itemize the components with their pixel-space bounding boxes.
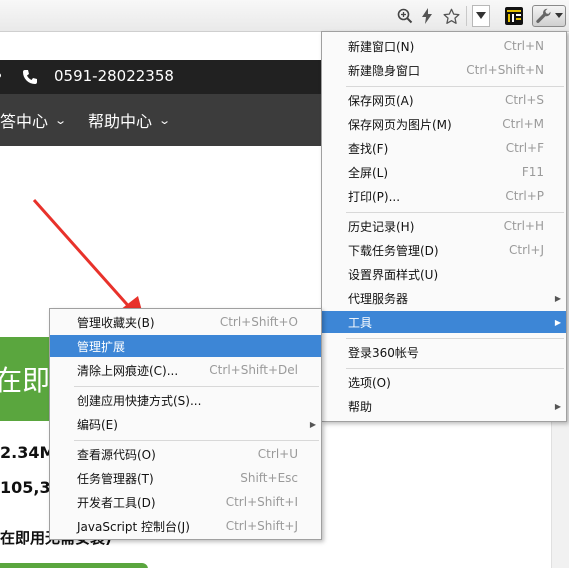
tools-submenu: 管理收藏夹(B) Ctrl+Shift+O 管理扩展清除上网痕迹(C)... Ctrl… xyxy=(49,308,322,540)
menu-item[interactable]: 下载任务管理(D) Ctrl+J xyxy=(322,239,566,261)
menu-item[interactable]: JavaScript 控制台(J) Ctrl+Shift+J xyxy=(50,515,321,537)
menu-separator xyxy=(346,86,564,87)
menu-separator xyxy=(74,386,319,387)
menu-item[interactable]: 选项(O) xyxy=(322,371,566,393)
menu-item[interactable]: 新建窗口(N) Ctrl+N xyxy=(322,35,566,57)
menu-item-label: 新建隐身窗口 xyxy=(348,63,421,78)
menu-item[interactable]: 代理服务器 ▶ xyxy=(322,287,566,309)
menu-item-label: JavaScript 控制台(J) xyxy=(77,519,190,534)
menu-separator xyxy=(74,440,319,441)
menu-item-shortcut: Shift+Esc xyxy=(240,471,298,485)
browser-toolbar xyxy=(0,0,569,32)
submenu-arrow-icon: ▶ xyxy=(554,401,561,411)
menu-item-label: 任务管理器(T) xyxy=(77,471,154,486)
phone-number: 0591-28022358 xyxy=(54,67,174,85)
menu-item-label: 管理收藏夹(B) xyxy=(77,315,155,330)
menu-item-label: 管理扩展 xyxy=(77,339,126,354)
menu-item-label: 查看源代码(O) xyxy=(77,447,156,462)
menu-item-label: 清除上网痕迹(C)... xyxy=(77,363,179,378)
menu-item-shortcut: Ctrl+P xyxy=(505,189,544,203)
menu-item[interactable]: 新建隐身窗口 Ctrl+Shift+N xyxy=(322,59,566,81)
menu-item-shortcut: Ctrl+Shift+Del xyxy=(209,363,298,377)
extension-icon[interactable] xyxy=(503,5,525,27)
menu-item-label: 保存网页为图片(M) xyxy=(348,117,452,132)
menu-item-shortcut: Ctrl+F xyxy=(505,141,544,155)
menu-item-label: 下载任务管理(D) xyxy=(348,243,439,258)
menu-item-shortcut: Ctrl+Shift+I xyxy=(225,495,298,509)
menu-item[interactable]: 管理收藏夹(B) Ctrl+Shift+O xyxy=(50,311,321,333)
menu-item-shortcut: Ctrl+N xyxy=(503,39,544,53)
menu-item[interactable]: 工具 ▶ xyxy=(322,311,566,333)
menu-item-label: 保存网页(A) xyxy=(348,93,414,108)
menu-item[interactable]: 设置界面样式(U) xyxy=(322,263,566,285)
dropdown-icon[interactable] xyxy=(472,5,490,27)
main-menu: 新建窗口(N) Ctrl+N 新建隐身窗口 Ctrl+Shift+N 保存网页(A) Ct… xyxy=(321,31,567,422)
chevron-down-icon: ⌄ xyxy=(54,113,68,127)
menu-separator xyxy=(346,212,564,213)
menu-item-label: 查找(F) xyxy=(348,141,389,156)
menu-item[interactable]: 全屏(L) F11 xyxy=(322,161,566,183)
menu-separator xyxy=(346,368,564,369)
menu-item-label: 帮助 xyxy=(348,399,373,414)
menu-item[interactable]: 编码(E) ▶ xyxy=(50,413,321,435)
menu-item[interactable]: 打印(P)... Ctrl+P xyxy=(322,185,566,207)
lightning-icon[interactable] xyxy=(418,5,436,27)
menu-item[interactable]: 查找(F) Ctrl+F xyxy=(322,137,566,159)
green-button-edge[interactable] xyxy=(0,563,148,568)
menu-item[interactable]: 保存网页为图片(M) Ctrl+M xyxy=(322,113,566,135)
menu-item-label: 开发者工具(D) xyxy=(77,495,156,510)
wrench-menu-button[interactable] xyxy=(532,5,566,27)
menu-item[interactable]: 历史记录(H) Ctrl+H xyxy=(322,215,566,237)
menu-item-shortcut: Ctrl+H xyxy=(503,219,544,233)
menu-item-shortcut: Ctrl+Shift+N xyxy=(466,63,544,77)
chevron-down-icon xyxy=(554,13,563,18)
menu-item-shortcut: Ctrl+U xyxy=(257,447,298,461)
submenu-arrow-icon: ▶ xyxy=(554,317,561,327)
menu-item-label: 代理服务器 xyxy=(348,291,409,306)
file-size: 2.34M xyxy=(0,443,56,462)
menu-item-label: 选项(O) xyxy=(348,375,391,390)
menu-item-shortcut: Ctrl+M xyxy=(502,117,544,131)
menu-item-shortcut: F11 xyxy=(521,165,544,179)
menu-item-shortcut: Ctrl+Shift+O xyxy=(219,315,298,329)
wrench-icon xyxy=(535,8,551,23)
submenu-arrow-icon: ▶ xyxy=(554,293,561,303)
chevron-down-icon: ⌄ xyxy=(158,113,172,127)
menu-item[interactable]: 查看源代码(O) Ctrl+U xyxy=(50,443,321,465)
menu-item[interactable]: 清除上网痕迹(C)... Ctrl+Shift+Del xyxy=(50,359,321,381)
menu-item-shortcut: Ctrl+S xyxy=(504,93,544,107)
bullet-icon xyxy=(0,73,1,78)
menu-item-shortcut: Ctrl+J xyxy=(509,243,544,257)
zoom-icon[interactable] xyxy=(395,5,415,27)
menu-item[interactable]: 管理扩展 xyxy=(50,335,321,357)
nav-item-answers[interactable]: 答中心 ⌄ xyxy=(0,108,68,132)
menu-item-shortcut: Ctrl+Shift+J xyxy=(225,519,298,533)
menu-item-label: 打印(P)... xyxy=(348,189,401,204)
menu-item[interactable]: 帮助 ▶ xyxy=(322,395,566,417)
menu-item-label: 设置界面样式(U) xyxy=(348,267,439,282)
menu-item-label: 新建窗口(N) xyxy=(348,39,415,54)
menu-item-label: 编码(E) xyxy=(77,417,118,432)
menu-item[interactable]: 保存网页(A) Ctrl+S xyxy=(322,89,566,111)
menu-item-label: 全屏(L) xyxy=(348,165,389,180)
phone-icon xyxy=(23,70,37,84)
menu-item[interactable]: 登录360帐号 xyxy=(322,341,566,363)
submenu-arrow-icon: ▶ xyxy=(309,419,316,429)
nav-item-help[interactable]: 帮助中心 ⌄ xyxy=(88,108,172,132)
menu-item-label: 创建应用快捷方式(S)... xyxy=(77,393,202,408)
menu-item[interactable]: 任务管理器(T) Shift+Esc xyxy=(50,467,321,489)
menu-item[interactable]: 开发者工具(D) Ctrl+Shift+I xyxy=(50,491,321,513)
menu-item-label: 历史记录(H) xyxy=(348,219,415,234)
menu-item-label: 工具 xyxy=(348,315,373,330)
star-icon[interactable] xyxy=(440,5,462,27)
menu-item-label: 登录360帐号 xyxy=(348,345,419,360)
menu-separator xyxy=(346,338,564,339)
menu-item[interactable]: 创建应用快捷方式(S)... xyxy=(50,389,321,411)
